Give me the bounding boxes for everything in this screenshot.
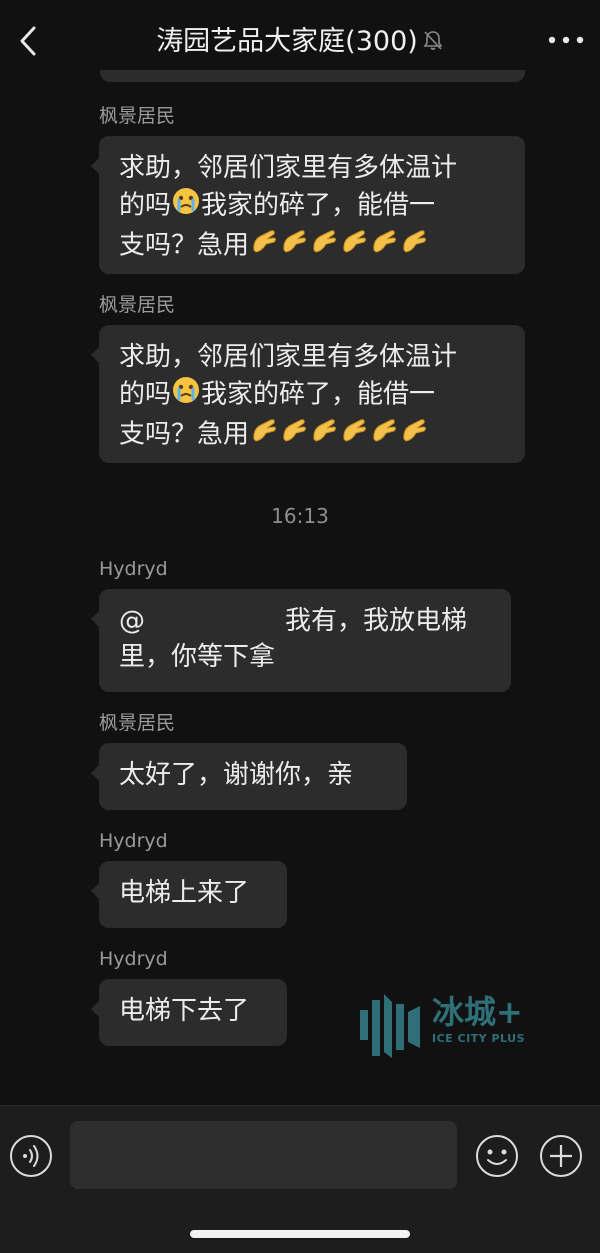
message-item: 枫景居民 求助，邻居们家里有多体温计 的吗 我家的碎了，能借一 支吗？急用 bbox=[91, 104, 525, 274]
message-text: 我有，我放电梯 bbox=[285, 606, 468, 636]
message-text: 的吗 bbox=[119, 190, 172, 221]
more-dots-icon bbox=[548, 36, 584, 44]
voice-icon bbox=[10, 1135, 52, 1177]
watermark-cn: 冰城+ bbox=[432, 993, 523, 1031]
sender-name: 枫景居民 bbox=[99, 105, 176, 127]
sender-name: Hydryd bbox=[99, 948, 168, 970]
voice-input-button[interactable] bbox=[9, 1134, 53, 1178]
message-bubble[interactable]: 求助，邻居们家里有多体温计 的吗 我家的碎了，能借一 支吗？急用 bbox=[91, 136, 525, 274]
bell-muted-icon bbox=[422, 23, 444, 63]
message-item: 枫景居民 求助，邻居们家里有多体温计 的吗 我家的碎了，能借一 支吗？急用 bbox=[91, 293, 525, 463]
message-bubble[interactable]: 电梯上来了 bbox=[91, 861, 287, 928]
message-line: 太好了，谢谢你，亲 bbox=[119, 760, 354, 790]
plus-circle-icon bbox=[540, 1135, 582, 1177]
message-item: Hydryd @ 我有，我放电梯 里，你等下拿 bbox=[91, 557, 511, 692]
message-text: 我家的碎了，能借一 bbox=[201, 379, 436, 410]
message-line: 里，你等下拿 bbox=[119, 642, 276, 672]
sender-name: 枫景居民 bbox=[99, 294, 176, 316]
message-item: 枫景居民 太好了，谢谢你，亲 bbox=[91, 711, 407, 810]
previous-bubble-edge bbox=[100, 70, 525, 82]
message-item: Hydryd 电梯上来了 bbox=[91, 829, 287, 928]
pinching-hand-emoji-row bbox=[249, 230, 429, 261]
message-text: 我家的碎了，能借一 bbox=[201, 190, 436, 221]
pinching-hand-emoji bbox=[369, 226, 399, 266]
pinching-hand-emoji-row bbox=[249, 419, 429, 450]
pinching-hand-emoji bbox=[309, 226, 339, 266]
crying-face-emoji bbox=[171, 186, 201, 226]
crying-face-emoji bbox=[171, 375, 201, 415]
message-text: 的吗 bbox=[119, 379, 172, 410]
sender-name: 枫景居民 bbox=[99, 712, 176, 734]
message-text: 支吗？急用 bbox=[119, 419, 250, 450]
watermark-text: 冰城+ ICE CITY PLUS bbox=[432, 992, 525, 1046]
pinching-hand-emoji bbox=[279, 226, 309, 266]
timestamp: 16:13 bbox=[271, 504, 329, 528]
pinching-hand-emoji bbox=[309, 415, 339, 455]
message-bubble[interactable]: 太好了，谢谢你，亲 bbox=[91, 743, 407, 810]
chat-title: 涛园艺品大家庭(300) bbox=[156, 26, 418, 57]
message-line: 支吗？急用 bbox=[119, 226, 505, 266]
pinching-hand-emoji bbox=[399, 226, 429, 266]
more-functions-button[interactable] bbox=[539, 1134, 583, 1178]
pinching-hand-emoji bbox=[249, 415, 279, 455]
sender-name: Hydryd bbox=[99, 558, 168, 580]
sender-name: Hydryd bbox=[99, 830, 168, 852]
pinching-hand-emoji bbox=[279, 415, 309, 455]
message-bubble[interactable]: 求助，邻居们家里有多体温计 的吗 我家的碎了，能借一 支吗？急用 bbox=[91, 325, 525, 463]
home-indicator bbox=[190, 1230, 410, 1238]
message-text: 支吗？急用 bbox=[119, 230, 250, 261]
message-input[interactable] bbox=[70, 1121, 457, 1189]
pinching-hand-emoji bbox=[399, 415, 429, 455]
mention-symbol: @ bbox=[119, 606, 145, 636]
smiley-icon bbox=[476, 1135, 518, 1177]
pinching-hand-emoji bbox=[339, 226, 369, 266]
message-bubble[interactable]: @ 我有，我放电梯 里，你等下拿 bbox=[91, 589, 511, 692]
message-line: 电梯下去了 bbox=[119, 996, 250, 1026]
pinching-hand-emoji bbox=[249, 226, 279, 266]
ice-city-logo-icon bbox=[360, 994, 420, 1058]
message-line: 的吗 我家的碎了，能借一 bbox=[119, 375, 505, 415]
pinching-hand-emoji bbox=[369, 415, 399, 455]
message-bubble[interactable]: 电梯下去了 bbox=[91, 979, 287, 1046]
message-line: 支吗？急用 bbox=[119, 415, 505, 455]
more-options-button[interactable] bbox=[546, 30, 586, 50]
pinching-hand-emoji bbox=[339, 415, 369, 455]
message-line: 的吗 我家的碎了，能借一 bbox=[119, 186, 505, 226]
message-line: 求助，邻居们家里有多体温计 bbox=[119, 153, 458, 183]
message-item: Hydryd 电梯下去了 bbox=[91, 947, 287, 1046]
message-line: 电梯上来了 bbox=[119, 878, 250, 908]
ice-city-plus-watermark: 冰城+ ICE CITY PLUS bbox=[358, 992, 528, 1062]
chat-header: 涛园艺品大家庭(300) bbox=[0, 0, 600, 80]
message-line: 求助，邻居们家里有多体温计 bbox=[119, 342, 458, 372]
chat-title-row: 涛园艺品大家庭(300) bbox=[0, 22, 600, 63]
emoji-button[interactable] bbox=[475, 1134, 519, 1178]
message-line: @ 我有，我放电梯 bbox=[119, 603, 491, 639]
chat-input-bar bbox=[0, 1105, 600, 1253]
watermark-en: ICE CITY PLUS bbox=[432, 1032, 526, 1045]
